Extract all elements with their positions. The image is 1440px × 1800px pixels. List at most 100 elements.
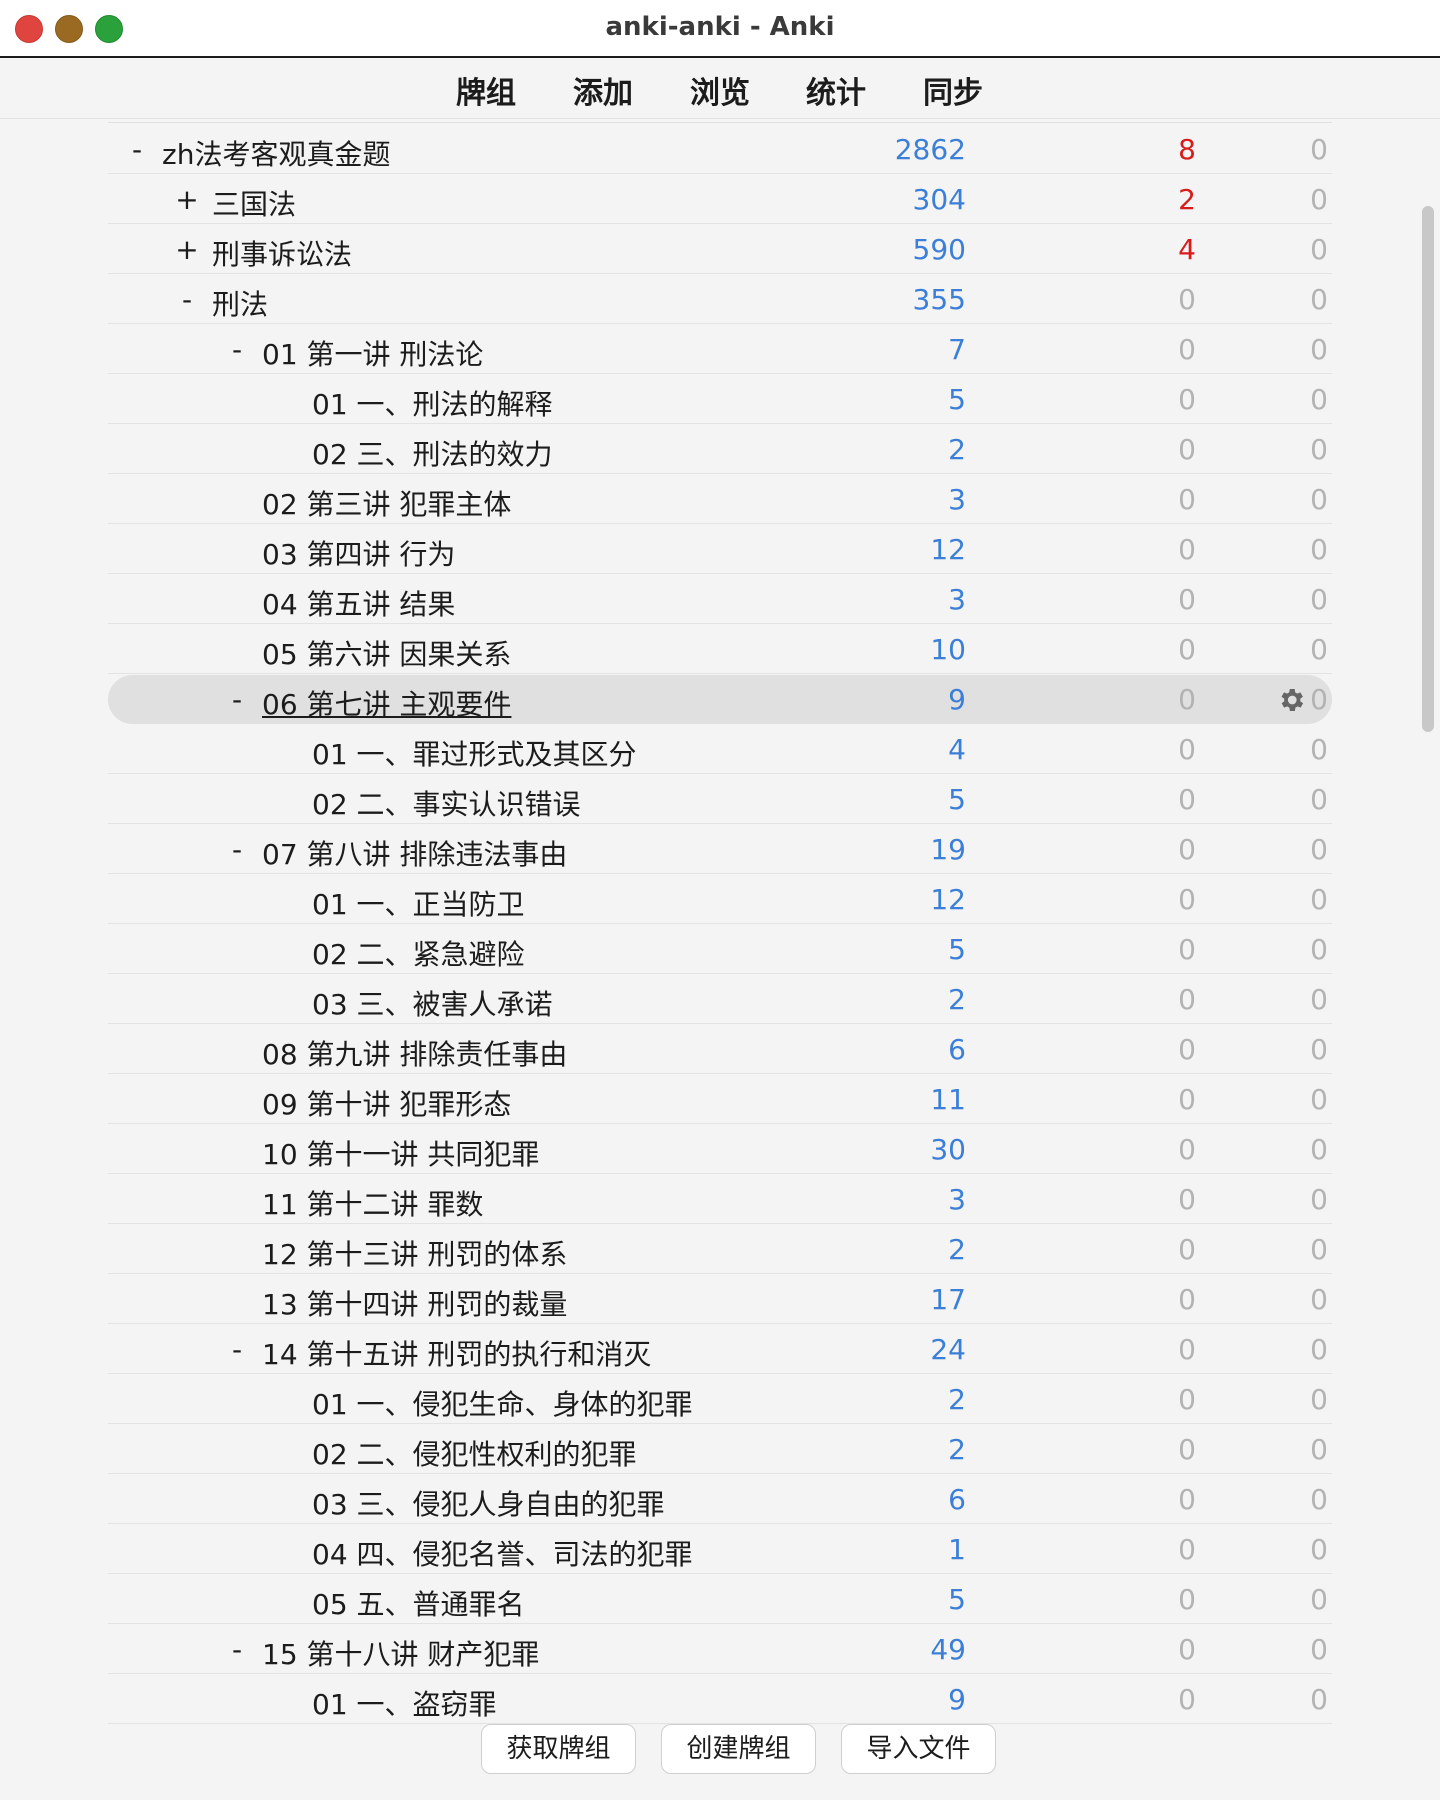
collapse-toggle[interactable]: - — [175, 283, 199, 316]
deck-name-link[interactable]: 01 一、刑法的解释 — [312, 383, 553, 423]
get-shared-button[interactable]: 获取牌组 — [481, 1724, 636, 1774]
deck-row[interactable]: 04 四、侵犯名誉、司法的犯罪 1 0 0 — [108, 1525, 1332, 1574]
deck-row[interactable]: 03 三、侵犯人身自由的犯罪 6 0 0 — [108, 1475, 1332, 1524]
deck-name-link[interactable]: 01 一、罪过形式及其区分 — [312, 733, 637, 773]
new-count: 0 — [1310, 333, 1328, 366]
deck-name-link[interactable]: 01 一、正当防卫 — [312, 883, 525, 923]
bottom-bar: 获取牌组 创建牌组 导入文件 — [0, 1718, 1440, 1778]
title-bar: anki-anki - Anki — [0, 0, 1440, 58]
deck-name-link[interactable]: 05 五、普通罪名 — [312, 1583, 525, 1623]
collapse-toggle[interactable]: - — [225, 1633, 249, 1666]
nav-sync-button[interactable]: 同步 — [923, 68, 983, 112]
deck-name-link[interactable]: 01 一、盗窃罪 — [312, 1683, 497, 1723]
due-count: 2 — [948, 433, 966, 466]
deck-name-link[interactable]: 09 第十讲 犯罪形态 — [262, 1083, 511, 1123]
deck-name-link[interactable]: 03 三、侵犯人身自由的犯罪 — [312, 1483, 665, 1523]
deck-row[interactable]: 08 第九讲 排除责任事由 6 0 0 — [108, 1025, 1332, 1074]
deck-name-link[interactable]: 刑事诉讼法 — [212, 233, 352, 273]
deck-row[interactable]: -14 第十五讲 刑罚的执行和消灭 24 0 0 — [108, 1325, 1332, 1374]
deck-name-link[interactable]: 02 三、刑法的效力 — [312, 433, 553, 473]
new-count: 0 — [1310, 1383, 1328, 1416]
deck-row[interactable]: 02 二、事实认识错误 5 0 0 — [108, 775, 1332, 824]
deck-name-link[interactable]: 10 第十一讲 共同犯罪 — [262, 1133, 539, 1173]
collapse-toggle[interactable]: - — [225, 1333, 249, 1366]
deck-row[interactable]: -15 第十八讲 财产犯罪 49 0 0 — [108, 1625, 1332, 1674]
deck-name-link[interactable]: 02 二、事实认识错误 — [312, 783, 581, 823]
deck-row[interactable]: 05 第六讲 因果关系 10 0 0 — [108, 625, 1332, 674]
deck-name-link[interactable]: 刑法 — [212, 283, 268, 323]
collapse-toggle[interactable]: - — [225, 333, 249, 366]
deck-row[interactable]: + 刑事诉讼法 590 4 0 — [108, 225, 1332, 274]
learn-count: 0 — [1178, 1183, 1196, 1216]
deck-row[interactable]: 09 第十讲 犯罪形态 11 0 0 — [108, 1075, 1332, 1124]
deck-name-link[interactable]: 三国法 — [212, 183, 296, 223]
deck-row[interactable]: 02 第三讲 犯罪主体 3 0 0 — [108, 475, 1332, 524]
deck-row[interactable]: -06 第七讲 主观要件 9 0 0 — [108, 675, 1332, 724]
deck-name-link[interactable]: 03 第四讲 行为 — [262, 533, 455, 573]
deck-row[interactable]: -07 第八讲 排除违法事由 19 0 0 — [108, 825, 1332, 874]
deck-row[interactable]: 04 第五讲 结果 3 0 0 — [108, 575, 1332, 624]
deck-name-link[interactable]: 02 第三讲 犯罪主体 — [262, 483, 511, 523]
deck-name-link[interactable]: 04 第五讲 结果 — [262, 583, 455, 623]
deck-row[interactable]: 01 一、侵犯生命、身体的犯罪 2 0 0 — [108, 1375, 1332, 1424]
expand-toggle[interactable]: + — [175, 183, 199, 216]
deck-row[interactable]: 12 第十三讲 刑罚的体系 2 0 0 — [108, 1225, 1332, 1274]
deck-name-link[interactable]: 01 第一讲 刑法论 — [262, 333, 483, 373]
due-count: 19 — [930, 833, 966, 866]
deck-name-link[interactable]: 02 二、紧急避险 — [312, 933, 525, 973]
deck-name-link[interactable]: 01 一、侵犯生命、身体的犯罪 — [312, 1383, 693, 1423]
deck-name-link[interactable]: 03 三、被害人承诺 — [312, 983, 553, 1023]
nav-add-button[interactable]: 添加 — [573, 68, 633, 112]
learn-count: 0 — [1178, 1283, 1196, 1316]
learn-count: 0 — [1178, 1433, 1196, 1466]
nav-stats-button[interactable]: 统计 — [806, 68, 866, 112]
due-count: 9 — [948, 683, 966, 716]
deck-name-link[interactable]: 15 第十八讲 财产犯罪 — [262, 1633, 539, 1673]
deck-row[interactable]: 01 一、盗窃罪 9 0 0 — [108, 1675, 1332, 1724]
deck-row[interactable]: + 三国法 304 2 0 — [108, 175, 1332, 224]
collapse-toggle[interactable]: - — [225, 683, 249, 716]
deck-name-link[interactable]: 13 第十四讲 刑罚的裁量 — [262, 1283, 567, 1323]
nav-browse-button[interactable]: 浏览 — [690, 68, 750, 112]
deck-row[interactable]: 11 第十二讲 罪数 3 0 0 — [108, 1175, 1332, 1224]
deck-name-link[interactable]: 12 第十三讲 刑罚的体系 — [262, 1233, 567, 1273]
deck-row[interactable]: 02 三、刑法的效力 2 0 0 — [108, 425, 1332, 474]
deck-row[interactable]: 03 第四讲 行为 12 0 0 — [108, 525, 1332, 574]
import-file-button[interactable]: 导入文件 — [841, 1724, 996, 1774]
deck-name-link[interactable]: 05 第六讲 因果关系 — [262, 633, 511, 673]
deck-row[interactable]: 01 一、罪过形式及其区分 4 0 0 — [108, 725, 1332, 774]
collapse-toggle[interactable]: - — [125, 133, 149, 166]
new-count: 0 — [1310, 183, 1328, 216]
deck-name-link[interactable]: 08 第九讲 排除责任事由 — [262, 1033, 567, 1073]
nav-decks-button[interactable]: 牌组 — [456, 68, 516, 112]
learn-count: 0 — [1178, 333, 1196, 366]
learn-count: 0 — [1178, 633, 1196, 666]
expand-toggle[interactable]: + — [175, 233, 199, 266]
deck-name-link[interactable]: 11 第十二讲 罪数 — [262, 1183, 483, 1223]
deck-row[interactable]: 01 一、正当防卫 12 0 0 — [108, 875, 1332, 924]
deck-row[interactable]: 10 第十一讲 共同犯罪 30 0 0 — [108, 1125, 1332, 1174]
deck-row[interactable]: -01 第一讲 刑法论 7 0 0 — [108, 325, 1332, 374]
gear-icon[interactable] — [1276, 685, 1306, 715]
deck-name-link[interactable]: 04 四、侵犯名誉、司法的犯罪 — [312, 1533, 693, 1573]
deck-name-link[interactable]: 14 第十五讲 刑罚的执行和消灭 — [262, 1333, 651, 1373]
scrollbar-thumb[interactable] — [1422, 206, 1434, 732]
create-deck-button[interactable]: 创建牌组 — [661, 1724, 816, 1774]
due-count: 2 — [948, 1233, 966, 1266]
deck-row[interactable]: 01 一、刑法的解释 5 0 0 — [108, 375, 1332, 424]
deck-row[interactable]: 13 第十四讲 刑罚的裁量 17 0 0 — [108, 1275, 1332, 1324]
deck-row[interactable]: 03 三、被害人承诺 2 0 0 — [108, 975, 1332, 1024]
deck-name-link[interactable]: 02 二、侵犯性权利的犯罪 — [312, 1433, 637, 1473]
deck-row[interactable]: - zh法考客观真金题 2862 8 0 — [108, 125, 1332, 174]
due-count: 2862 — [894, 133, 966, 166]
collapse-toggle[interactable]: - — [225, 833, 249, 866]
deck-name-link[interactable]: zh法考客观真金题 — [162, 133, 390, 173]
deck-row[interactable]: 05 五、普通罪名 5 0 0 — [108, 1575, 1332, 1624]
new-count: 0 — [1310, 1433, 1328, 1466]
deck-name-link[interactable]: 07 第八讲 排除违法事由 — [262, 833, 567, 873]
due-count: 3 — [948, 1183, 966, 1216]
deck-name-link[interactable]: 06 第七讲 主观要件 — [262, 683, 511, 723]
deck-row[interactable]: 02 二、紧急避险 5 0 0 — [108, 925, 1332, 974]
deck-row[interactable]: 02 二、侵犯性权利的犯罪 2 0 0 — [108, 1425, 1332, 1474]
deck-row[interactable]: - 刑法 355 0 0 — [108, 275, 1332, 324]
